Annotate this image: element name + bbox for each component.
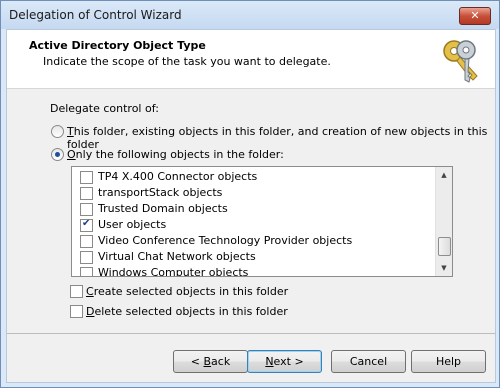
page-title: Active Directory Object Type (29, 39, 206, 52)
list-item-label: Video Conference Technology Provider obj… (98, 234, 353, 247)
list-item-checkbox[interactable] (80, 187, 93, 200)
list-item-label: TP4 X.400 Connector objects (98, 170, 258, 183)
list-item-checkbox[interactable] (80, 235, 93, 248)
list-item[interactable]: User objects (72, 217, 432, 233)
delegate-label: Delegate control of: (50, 102, 159, 115)
list-item[interactable]: Trusted Domain objects (72, 201, 432, 217)
list-item[interactable]: TP4 X.400 Connector objects (72, 169, 432, 185)
delete-objects-checkbox[interactable] (70, 305, 83, 318)
wizard-window: Delegation of Control Wizard ✕ Active Di… (0, 0, 500, 388)
object-type-list[interactable]: TP4 X.400 Connector objects transportSta… (71, 166, 453, 277)
radio-only-following-label[interactable]: Only the following objects in the folder… (67, 148, 284, 161)
radio-this-folder[interactable] (51, 125, 64, 138)
wizard-client-area: Active Directory Object Type Indicate th… (6, 29, 496, 383)
list-scrollbar[interactable]: ▲ ▼ (435, 167, 452, 276)
help-button[interactable]: Help (411, 350, 486, 373)
footer-divider (7, 333, 495, 334)
list-item-checkbox[interactable] (80, 251, 93, 264)
scroll-down-arrow-icon[interactable]: ▼ (436, 260, 452, 276)
scroll-up-arrow-icon[interactable]: ▲ (436, 167, 452, 183)
window-title: Delegation of Control Wizard (9, 8, 182, 22)
list-item-checkbox[interactable] (80, 171, 93, 184)
create-objects-checkbox[interactable] (70, 285, 83, 298)
list-item[interactable]: Windows Computer objects (72, 265, 432, 277)
delete-objects-label[interactable]: Delete selected objects in this folder (86, 305, 288, 318)
list-item[interactable]: transportStack objects (72, 185, 432, 201)
list-item-label: Windows Computer objects (98, 266, 249, 277)
list-item-label: Trusted Domain objects (98, 202, 228, 215)
scroll-thumb[interactable] (438, 237, 451, 256)
list-item-label: Virtual Chat Network objects (98, 250, 256, 263)
next-button[interactable]: Next > (247, 350, 322, 373)
cancel-button[interactable]: Cancel (331, 350, 406, 373)
list-item-label: User objects (98, 218, 167, 231)
title-bar[interactable]: Delegation of Control Wizard ✕ (1, 1, 499, 29)
close-icon: ✕ (470, 9, 480, 22)
list-item[interactable]: Virtual Chat Network objects (72, 249, 432, 265)
list-item-checkbox[interactable] (80, 203, 93, 216)
list-item-checkbox[interactable] (80, 267, 93, 276)
keys-icon (443, 40, 478, 83)
list-item-label: transportStack objects (98, 186, 223, 199)
list-item[interactable]: Video Conference Technology Provider obj… (72, 233, 432, 249)
close-button[interactable]: ✕ (459, 7, 491, 25)
radio-only-following[interactable] (51, 148, 64, 161)
page-subtitle: Indicate the scope of the task you want … (43, 55, 331, 68)
create-objects-label[interactable]: Create selected objects in this folder (86, 285, 288, 298)
wizard-header: Active Directory Object Type Indicate th… (7, 30, 495, 89)
back-button[interactable]: < Back (173, 350, 248, 373)
list-item-checkbox[interactable] (80, 218, 93, 232)
